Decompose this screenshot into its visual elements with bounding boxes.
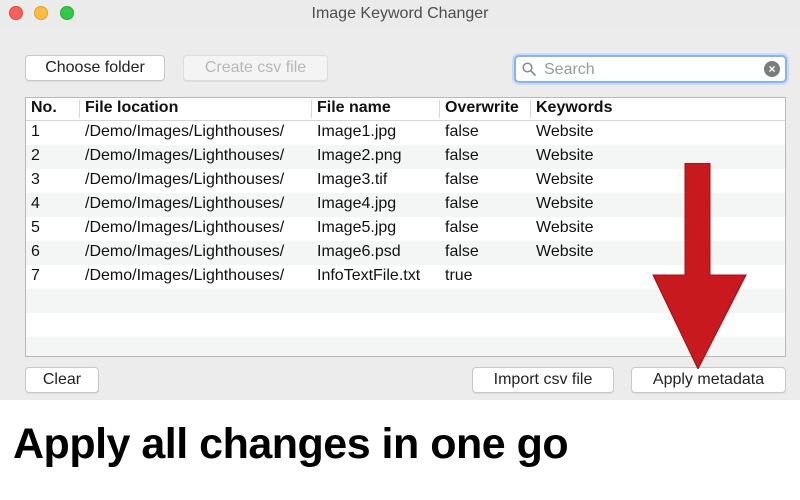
app-window: Image Keyword Changer Choose folder Crea… — [0, 0, 800, 400]
cell-no: 5 — [31, 219, 40, 236]
cell-file-location: /Demo/Images/Lighthouses/ — [85, 219, 285, 236]
table-row[interactable]: 6 /Demo/Images/Lighthouses/ Image6.psd f… — [26, 241, 785, 265]
table-row[interactable]: 4 /Demo/Images/Lighthouses/ Image4.jpg f… — [26, 193, 785, 217]
table-row[interactable]: 7 /Demo/Images/Lighthouses/ InfoTextFile… — [26, 265, 785, 289]
table-row[interactable]: 1 /Demo/Images/Lighthouses/ Image1.jpg f… — [26, 121, 785, 145]
caption-area: Apply all changes in one go — [0, 400, 800, 500]
cell-file-location: /Demo/Images/Lighthouses/ — [85, 243, 285, 260]
cell-keywords: Website — [536, 243, 594, 260]
cell-overwrite: false — [445, 123, 479, 140]
column-header-no[interactable]: No. — [31, 99, 57, 117]
cell-no: 1 — [31, 123, 40, 140]
cell-file-name: Image1.jpg — [317, 123, 397, 140]
clear-button[interactable]: Clear — [25, 367, 99, 393]
empty-row — [26, 289, 785, 313]
apply-metadata-button[interactable]: Apply metadata — [631, 367, 786, 393]
cell-keywords: Website — [536, 219, 594, 236]
column-header-file-name[interactable]: File name — [317, 99, 391, 117]
column-header-file-location[interactable]: File location — [85, 99, 178, 117]
cell-no: 2 — [31, 147, 40, 164]
cell-file-name: Image5.jpg — [317, 219, 397, 236]
table-header: No. File location File name Overwrite Ke… — [26, 98, 785, 121]
cell-no: 7 — [31, 267, 40, 284]
empty-row — [26, 337, 785, 356]
cell-no: 4 — [31, 195, 40, 212]
table-row[interactable]: 3 /Demo/Images/Lighthouses/ Image3.tif f… — [26, 169, 785, 193]
cell-file-name: Image3.tif — [317, 171, 388, 188]
cell-file-location: /Demo/Images/Lighthouses/ — [85, 171, 285, 188]
title-bar: Image Keyword Changer — [0, 0, 800, 28]
search-field[interactable]: Search × — [514, 55, 787, 83]
window-title: Image Keyword Changer — [311, 5, 489, 22]
cell-keywords: Website — [536, 171, 594, 188]
search-icon — [522, 62, 536, 76]
cell-no: 3 — [31, 171, 40, 188]
cell-overwrite: false — [445, 195, 479, 212]
import-csv-button[interactable]: Import csv file — [472, 367, 614, 393]
table-row[interactable]: 5 /Demo/Images/Lighthouses/ Image5.jpg f… — [26, 217, 785, 241]
create-csv-button[interactable]: Create csv file — [183, 55, 328, 81]
cell-no: 6 — [31, 243, 40, 260]
files-table[interactable]: No. File location File name Overwrite Ke… — [25, 97, 786, 357]
cell-overwrite: false — [445, 171, 479, 188]
column-header-keywords[interactable]: Keywords — [536, 99, 612, 117]
column-divider[interactable] — [439, 100, 440, 118]
cell-file-location: /Demo/Images/Lighthouses/ — [85, 195, 285, 212]
table-row[interactable]: 2 /Demo/Images/Lighthouses/ Image2.png f… — [26, 145, 785, 169]
cell-keywords: Website — [536, 195, 594, 212]
cell-file-name: InfoTextFile.txt — [317, 267, 421, 284]
column-divider[interactable] — [79, 100, 80, 118]
column-divider[interactable] — [530, 100, 531, 118]
cell-file-name: Image4.jpg — [317, 195, 397, 212]
cell-file-location: /Demo/Images/Lighthouses/ — [85, 147, 285, 164]
cell-file-location: /Demo/Images/Lighthouses/ — [85, 267, 285, 284]
cell-overwrite: false — [445, 147, 479, 164]
cell-overwrite: false — [445, 243, 479, 260]
cell-keywords: Website — [536, 147, 594, 164]
cell-keywords: Website — [536, 123, 594, 140]
column-divider[interactable] — [311, 100, 312, 118]
cell-overwrite: false — [445, 219, 479, 236]
cell-file-location: /Demo/Images/Lighthouses/ — [85, 123, 285, 140]
search-placeholder: Search — [544, 61, 595, 78]
headline: Apply all changes in one go — [13, 420, 569, 468]
cell-file-name: Image6.psd — [317, 243, 401, 260]
clear-search-icon[interactable]: × — [764, 61, 780, 77]
cell-file-name: Image2.png — [317, 147, 402, 164]
choose-folder-button[interactable]: Choose folder — [25, 55, 165, 81]
cell-overwrite: true — [445, 267, 473, 284]
column-header-overwrite[interactable]: Overwrite — [445, 99, 519, 117]
empty-row — [26, 313, 785, 337]
